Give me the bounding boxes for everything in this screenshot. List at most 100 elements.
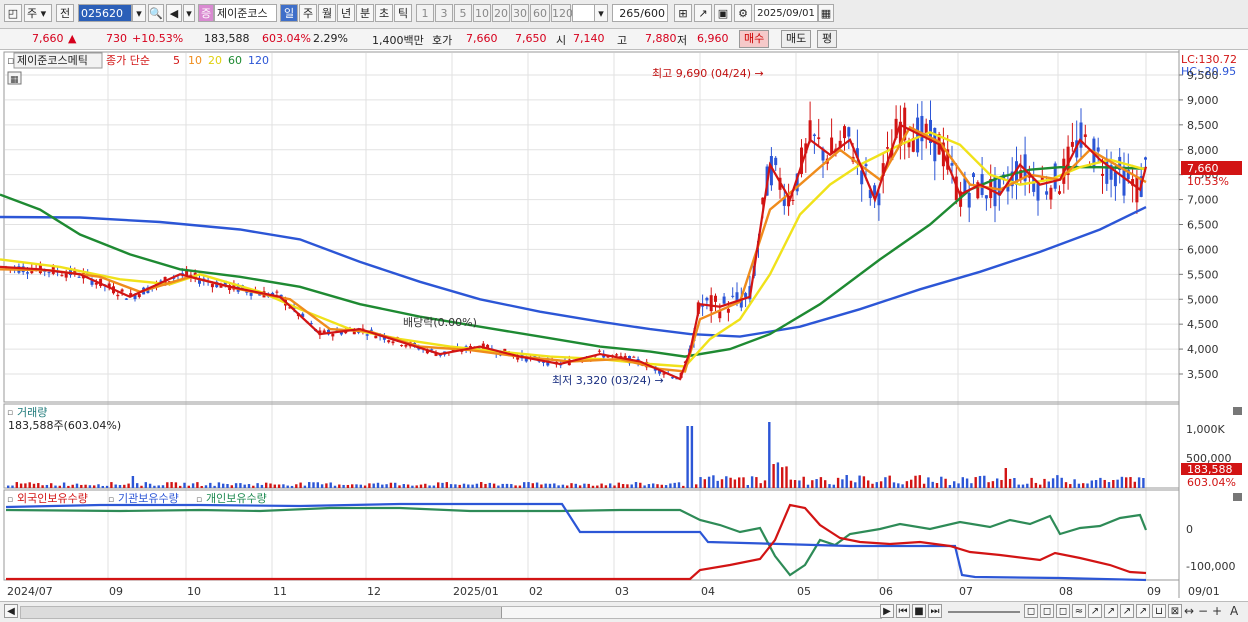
current-price-label: 7,660 <box>1187 162 1219 175</box>
zoom-in-icon[interactable]: + <box>1212 604 1222 618</box>
minute-60[interactable]: 60 <box>530 4 550 22</box>
gear-icon[interactable]: ⚙ <box>734 4 752 22</box>
code-input[interactable]: 025620 <box>78 4 132 22</box>
x-axis-label: 05 <box>797 585 811 598</box>
minute-20[interactable]: 20 <box>492 4 510 22</box>
search-icon[interactable]: 🔍 <box>148 4 164 22</box>
minute-3[interactable]: 3 <box>435 4 453 22</box>
x-axis-label: 09 <box>1147 585 1161 598</box>
volume-close-icon[interactable] <box>1233 407 1242 415</box>
stop-icon[interactable]: ■ <box>912 604 926 618</box>
price-tick: 4,000 <box>1187 343 1219 356</box>
buy-button[interactable]: 매수 <box>739 30 770 48</box>
volume-current-label: 183,588 <box>1187 463 1233 476</box>
period-minute[interactable]: 분 <box>356 4 374 22</box>
draw-tool-icon[interactable]: ↗ <box>694 4 712 22</box>
speed-slider[interactable] <box>948 611 1020 613</box>
sell-button[interactable]: 매도 <box>781 30 812 48</box>
price-tick: 7,000 <box>1187 194 1219 207</box>
date-field[interactable]: 2025/09/01 <box>754 4 818 22</box>
high-annotation: 최고 9,690 (04/24) → <box>652 67 764 80</box>
draw-line-icon-4[interactable]: ↗ <box>1136 604 1150 618</box>
count-field[interactable]: 265/600 <box>612 4 668 22</box>
open-label: 시 <box>556 34 567 47</box>
scroll-bar: ◀ ▶ ⏮ ■ ⏭ ◻ ◻ ◻ ≈ ↗ ↗ ↗ ↗ ⊔ ⊠ ↔ − + A <box>0 601 1248 622</box>
period-week[interactable]: 주 <box>299 4 317 22</box>
x-axis-label: 08 <box>1059 585 1073 598</box>
volume-ratio: 603.04% <box>262 32 311 45</box>
legend-sep-2: ▫ <box>196 495 202 505</box>
stock-name: 제이준코스 <box>214 4 277 22</box>
rewind-icon[interactable]: ⏮ <box>896 604 910 618</box>
trade-amount: 1,400백만 <box>372 34 424 47</box>
lock-icon[interactable]: ⊠ <box>1168 604 1182 618</box>
price-change-pct: +10.53% <box>132 32 184 45</box>
x-axis-label: 03 <box>615 585 629 598</box>
price-tick: 8,500 <box>1187 119 1219 132</box>
chart-area[interactable]: ▫ 제이준코스메틱 종가 단순 5 10 20 60 120 ▦ LC:130.… <box>0 50 1248 602</box>
holding-close-icon[interactable] <box>1233 493 1242 501</box>
ma-120-label: 120 <box>248 54 269 67</box>
period-month[interactable]: 월 <box>318 4 336 22</box>
zoom-out-icon[interactable]: − <box>1198 604 1208 618</box>
hoga-price-2: 7,650 <box>515 32 547 45</box>
period-year[interactable]: 년 <box>337 4 355 22</box>
holding-tick-1: -100,000 <box>1186 560 1235 573</box>
current-price: 7,660 <box>32 32 64 45</box>
view-icon-3[interactable]: ◻ <box>1056 604 1070 618</box>
count-value: 265 <box>619 7 641 20</box>
status-badge: 증 <box>198 4 214 22</box>
minute-1[interactable]: 1 <box>416 4 434 22</box>
panel-icon: ▫ <box>7 54 14 67</box>
draw-line-icon-3[interactable]: ↗ <box>1120 604 1134 618</box>
period-day[interactable]: 일 <box>280 4 298 22</box>
scroll-right-icon[interactable]: ▶ <box>880 604 894 618</box>
x-axis-label: 2025/01 <box>453 585 499 598</box>
view-icon-2[interactable]: ◻ <box>1040 604 1054 618</box>
chart-style-icon[interactable]: ≈ <box>1072 604 1086 618</box>
dividend-annotation: 배당락(0.00%) <box>403 316 477 329</box>
period-tick[interactable]: 틱 <box>394 4 412 22</box>
minute-5[interactable]: 5 <box>454 4 472 22</box>
legend-institution: 기관보유수량 <box>118 492 179 505</box>
x-axis-label: 06 <box>879 585 893 598</box>
x-axis-label: 02 <box>529 585 543 598</box>
x-axis-label: 07 <box>959 585 973 598</box>
minute-120[interactable]: 120 <box>551 4 573 22</box>
draw-line-icon-2[interactable]: ↗ <box>1104 604 1118 618</box>
up-arrow-icon: ▲ <box>68 32 77 45</box>
turnover-pct: 2.29% <box>313 32 348 45</box>
type-select[interactable]: 주 ▾ <box>24 4 52 22</box>
interval-dropdown-icon[interactable]: ▾ <box>594 4 608 22</box>
high-label: 고 <box>617 34 628 47</box>
chart-type-icon[interactable]: ⊞ <box>674 4 692 22</box>
scroll-thumb[interactable] <box>501 607 882 618</box>
calendar-icon[interactable]: ▦ <box>818 4 834 22</box>
window-icon[interactable]: ◰ <box>4 4 22 22</box>
scroll-left-icon[interactable]: ◀ <box>4 604 18 618</box>
holding-panel-icon: ▫ <box>7 495 13 505</box>
price-tick: 6,000 <box>1187 243 1219 256</box>
view-icon-1[interactable]: ◻ <box>1024 604 1038 618</box>
speaker-icon[interactable]: ◀ <box>166 4 182 22</box>
scroll-track[interactable] <box>20 606 882 619</box>
font-size-icon[interactable]: A <box>1230 604 1238 618</box>
eval-button[interactable]: 평 <box>817 30 838 48</box>
minute-10[interactable]: 10 <box>473 4 491 22</box>
speaker-dropdown-icon[interactable]: ▾ <box>183 4 195 22</box>
period-second[interactable]: 초 <box>375 4 393 22</box>
x-axis-label: 2024/07 <box>7 585 53 598</box>
forward-icon[interactable]: ⏭ <box>928 604 942 618</box>
minute-30[interactable]: 30 <box>511 4 529 22</box>
zoom-reset-icon[interactable]: ↔ <box>1184 604 1194 618</box>
price-tick: 8,000 <box>1187 144 1219 157</box>
magnet-icon[interactable]: ⊔ <box>1152 604 1166 618</box>
volume-panel-icon: ▫ <box>7 408 13 418</box>
save-icon[interactable]: ▣ <box>714 4 732 22</box>
count-total: /600 <box>640 7 665 20</box>
jeon-button[interactable]: 전 <box>56 4 74 22</box>
draw-line-icon[interactable]: ↗ <box>1088 604 1102 618</box>
code-dropdown-icon[interactable]: ▾ <box>132 4 146 22</box>
current-pct-label: 10.53% <box>1187 175 1229 188</box>
x-axis-label: 09 <box>109 585 123 598</box>
